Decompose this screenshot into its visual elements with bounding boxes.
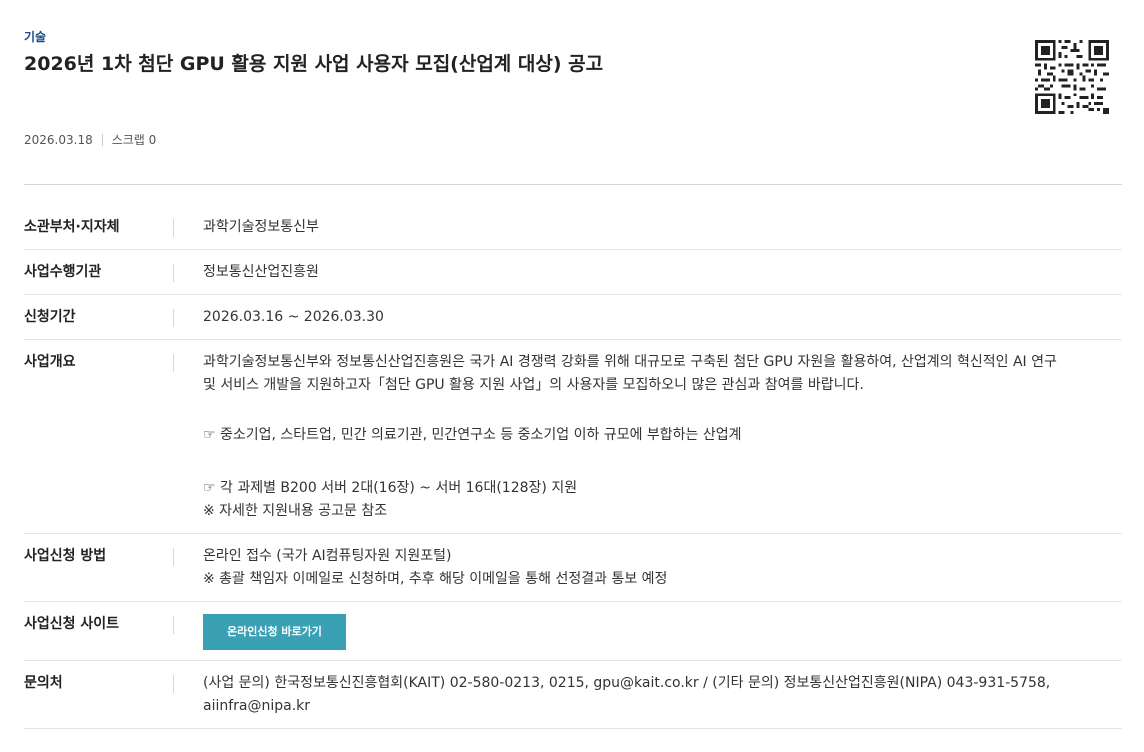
meta-divider: [101, 133, 103, 146]
contact-line: (사업 문의) 한국정보통신진흥협회(KAIT) 02-580-0213, 02…: [203, 675, 1051, 691]
info-value: 온라인 접수 (국가 AI컴퓨팅자원 지원포털) ※ 총괄 책임자 이메일로 신…: [174, 534, 1122, 601]
info-value: 정보통신산업진흥원: [203, 264, 319, 280]
summary-support: ☞ 각 과제별 B200 서버 2대(16장) ~ 서버 16대(128장) 지…: [203, 480, 578, 496]
summary-line: 및 서비스 개발을 지원하고자「첨단 GPU 활용 지원 사업」의 사용자를 모…: [203, 377, 864, 393]
info-label: 사업개요: [24, 340, 174, 533]
summary-note: ※ 자세한 지원내용 공고문 참조: [203, 503, 388, 519]
info-value: 과학기술정보통신부와 정보통신산업진흥원은 국가 AI 경쟁력 강화를 위해 대…: [174, 340, 1122, 533]
method-note: ※ 총괄 책임자 이메일로 신청하며, 추후 해당 이메일을 통해 선정결과 통…: [203, 571, 668, 587]
method-line: 온라인 접수 (국가 AI컴퓨팅자원 지원포털): [203, 548, 452, 564]
category-label: 기술: [24, 30, 47, 44]
info-row-contact: 문의처 (사업 문의) 한국정보통신진흥협회(KAIT) 02-580-0213…: [24, 661, 1122, 729]
info-label: 소관부처·지자체: [24, 205, 174, 249]
info-row-site: 사업신청 사이트 온라인신청 바로가기: [24, 602, 1122, 661]
info-row-method: 사업신청 방법 온라인 접수 (국가 AI컴퓨팅자원 지원포털) ※ 총괄 책임…: [24, 534, 1122, 602]
info-label: 사업수행기관: [24, 250, 174, 294]
summary-target: ☞ 중소기업, 스타트업, 민간 의료기관, 민간연구소 등 중소기업 이하 규…: [203, 427, 742, 443]
summary-line: 과학기술정보통신부와 정보통신산업진흥원은 국가 AI 경쟁력 강화를 위해 대…: [203, 354, 1057, 370]
apply-online-button[interactable]: 온라인신청 바로가기: [203, 614, 346, 650]
post-meta: 2026.03.18 스크랩 0: [24, 131, 156, 148]
qr-code-icon[interactable]: [1035, 40, 1109, 114]
info-table: 소관부처·지자체 과학기술정보통신부 사업수행기관 정보통신산업진흥원 신청기간…: [24, 205, 1122, 729]
info-value: (사업 문의) 한국정보통신진흥협회(KAIT) 02-580-0213, 02…: [174, 661, 1122, 728]
info-label: 사업신청 방법: [24, 534, 174, 601]
info-label: 사업신청 사이트: [24, 602, 174, 660]
info-label: 문의처: [24, 661, 174, 728]
info-row-dept: 소관부처·지자체 과학기술정보통신부: [24, 205, 1122, 250]
header-divider: [24, 184, 1122, 185]
info-label: 신청기간: [24, 295, 174, 339]
info-row-summary: 사업개요 과학기술정보통신부와 정보통신산업진흥원은 국가 AI 경쟁력 강화를…: [24, 340, 1122, 534]
info-row-period: 신청기간 2026.03.16 ~ 2026.03.30: [24, 295, 1122, 340]
page-title: 2026년 1차 첨단 GPU 활용 지원 사업 사용자 모집(산업계 대상) …: [24, 53, 604, 75]
info-value: 과학기술정보통신부: [203, 219, 319, 235]
post-date: 2026.03.18: [24, 132, 93, 147]
info-value: 온라인신청 바로가기: [174, 602, 1122, 660]
contact-line: aiinfra@nipa.kr: [203, 698, 311, 714]
info-value: 2026.03.16 ~ 2026.03.30: [203, 309, 384, 325]
info-row-agency: 사업수행기관 정보통신산업진흥원: [24, 250, 1122, 295]
scrap-count[interactable]: 스크랩 0: [112, 131, 157, 148]
